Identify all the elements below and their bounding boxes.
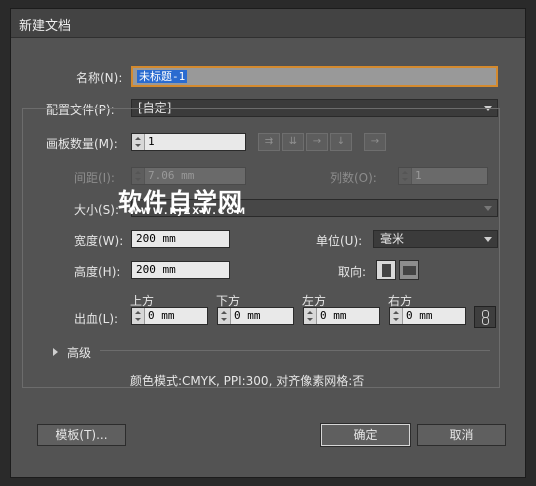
units-label: 单位(U): — [316, 234, 363, 248]
window-title: 新建文档 — [19, 19, 72, 34]
spacing-label: 间距(I): — [74, 171, 115, 185]
stepper-arrows-icon[interactable] — [132, 308, 145, 324]
orientation-label: 取向: — [338, 265, 367, 279]
size-label: 大小(S): — [74, 203, 120, 217]
stepper-arrows-icon[interactable] — [132, 134, 145, 150]
bleed-label: 出血(L): — [74, 312, 119, 326]
artboards-value: 1 — [148, 135, 155, 148]
chevron-down-icon — [484, 237, 492, 242]
right-to-left-icon[interactable]: → — [364, 133, 386, 151]
columns-stepper[interactable]: 1 — [398, 167, 488, 185]
title-bar: 新建文档 — [11, 9, 525, 38]
bleed-bottom-value: 0 mm — [234, 309, 261, 322]
stepper-arrows-icon[interactable] — [218, 308, 231, 324]
artboards-stepper[interactable]: 1 — [131, 133, 246, 151]
link-icon[interactable] — [474, 306, 496, 328]
name-label: 名称(N): — [76, 71, 123, 85]
advanced-label[interactable]: 高级 — [67, 344, 91, 361]
bleed-top-stepper[interactable]: 0 mm — [131, 307, 208, 325]
arrange-by-column-icon[interactable]: ↓ — [330, 133, 352, 151]
columns-label: 列数(O): — [330, 171, 377, 185]
chevron-down-icon — [484, 206, 492, 211]
height-label: 高度(H): — [74, 265, 121, 279]
cancel-button[interactable]: 取消 — [417, 424, 506, 446]
bleed-left-stepper[interactable]: 0 mm — [303, 307, 380, 325]
height-field[interactable]: 200 mm — [131, 261, 230, 279]
units-dropdown[interactable]: 毫米 — [373, 230, 498, 248]
units-value: 毫米 — [380, 232, 405, 246]
portrait-orientation-icon[interactable] — [376, 260, 396, 280]
document-info: 颜色模式:CMYK, PPI:300, 对齐像素网格:否 — [130, 374, 365, 388]
expand-triangle-icon[interactable] — [53, 348, 58, 356]
bleed-bottom-stepper[interactable]: 0 mm — [217, 307, 294, 325]
artboards-label: 画板数量(M): — [46, 137, 118, 151]
stepper-arrows-icon[interactable] — [390, 308, 403, 324]
arrange-grid-by-column-icon[interactable]: ⇊ — [282, 133, 304, 151]
stepper-arrows-icon[interactable] — [304, 308, 317, 324]
width-label: 宽度(W): — [74, 234, 124, 248]
bleed-left-value: 0 mm — [320, 309, 347, 322]
name-field[interactable]: 未标题-1 — [131, 66, 498, 87]
bleed-right-value: 0 mm — [406, 309, 433, 322]
bleed-right-stepper[interactable]: 0 mm — [389, 307, 466, 325]
arrange-by-row-icon[interactable]: → — [306, 133, 328, 151]
templates-button[interactable]: 模板(T)... — [37, 424, 126, 446]
bleed-top-value: 0 mm — [148, 309, 175, 322]
divider — [100, 350, 490, 351]
landscape-orientation-icon[interactable] — [399, 260, 419, 280]
stepper-arrows-icon[interactable] — [399, 168, 412, 184]
arrange-grid-by-row-icon[interactable]: ⇉ — [258, 133, 280, 151]
columns-value: 1 — [415, 169, 422, 182]
watermark-url: WWW.RJZXW.COM — [129, 207, 248, 217]
ok-button[interactable]: 确定 — [320, 423, 411, 447]
width-field[interactable]: 200 mm — [131, 230, 230, 248]
